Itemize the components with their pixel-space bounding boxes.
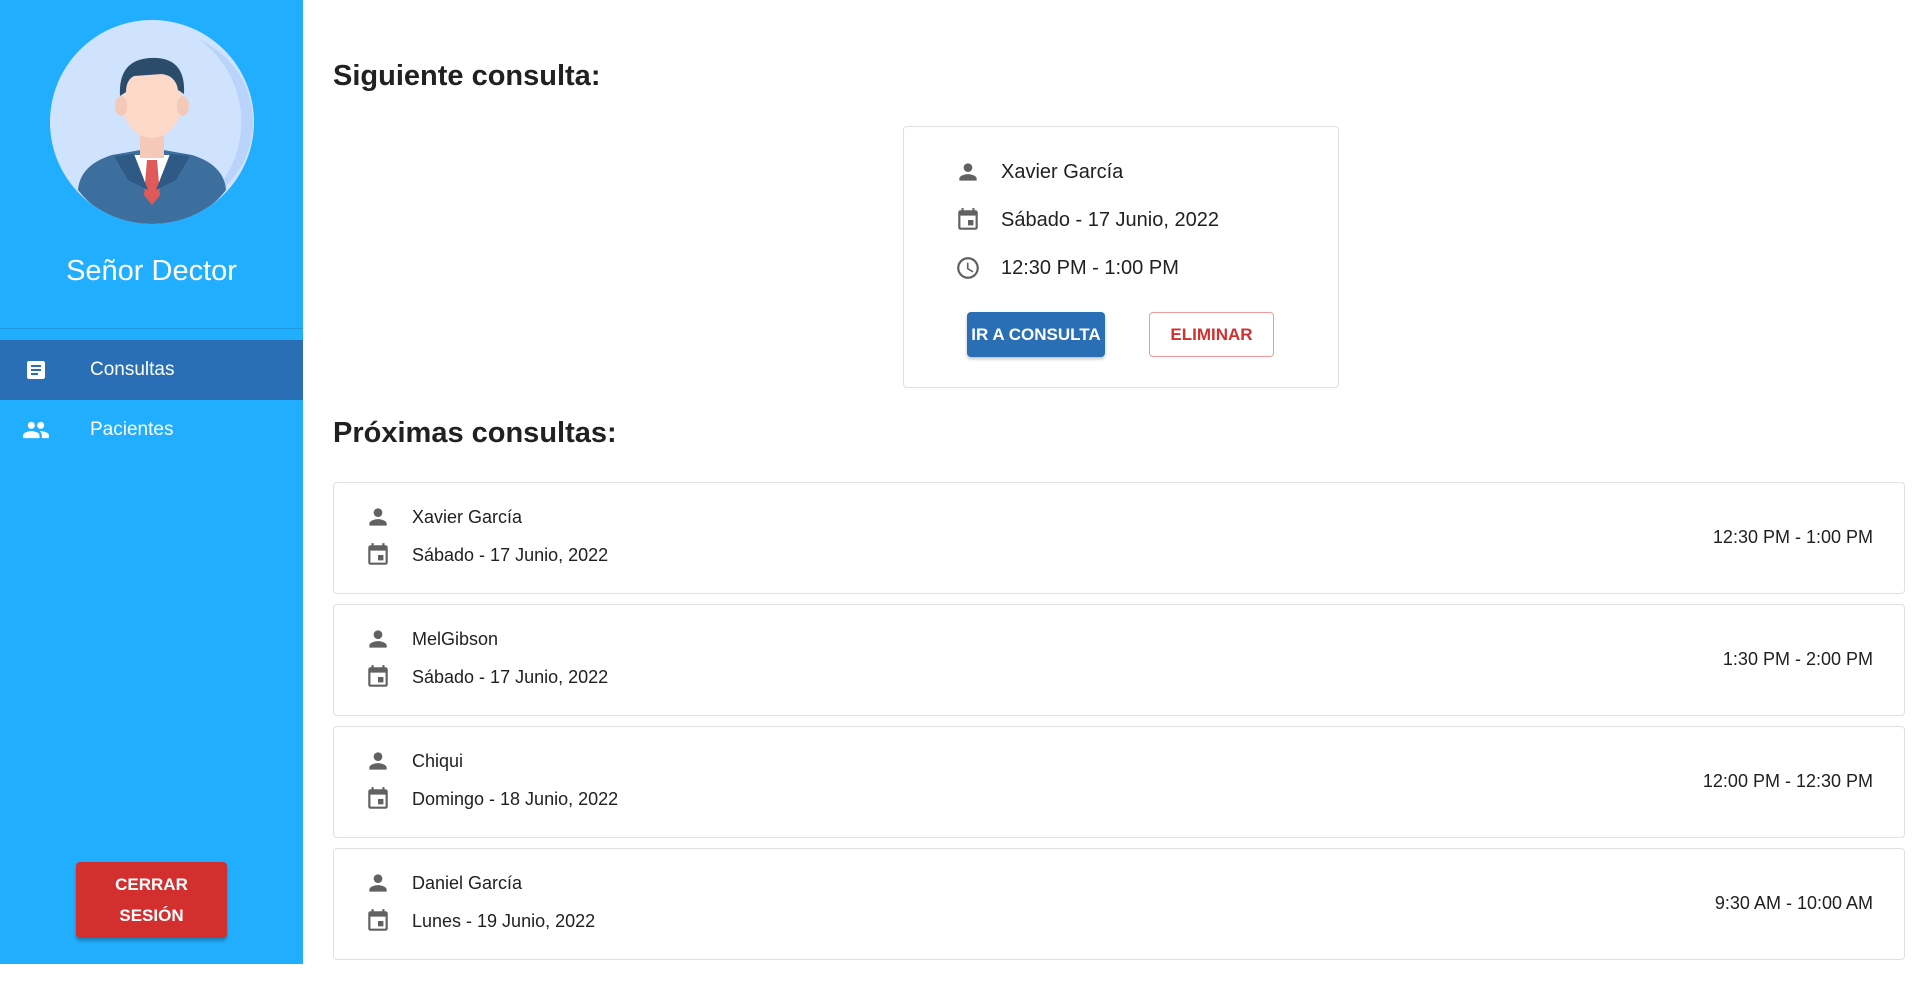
next-date-row: Sábado - 17 Junio, 2022 — [954, 206, 1219, 234]
appointment-card[interactable]: Daniel García Lunes - 19 Junio, 2022 9:3… — [333, 848, 1905, 960]
sidebar-divider — [0, 328, 303, 329]
next-time: 12:30 PM - 1:00 PM — [1001, 256, 1179, 279]
people-icon — [18, 412, 54, 448]
person-icon — [364, 747, 392, 775]
appointment-time: 1:30 PM - 2:00 PM — [1722, 649, 1873, 669]
appointment-time: 12:30 PM - 1:00 PM — [1712, 527, 1873, 547]
person-icon — [364, 503, 392, 531]
next-time-row: 12:30 PM - 1:00 PM — [954, 254, 1179, 282]
next-date: Sábado - 17 Junio, 2022 — [1001, 208, 1219, 231]
appointment-card[interactable]: Chiqui Domingo - 18 Junio, 2022 12:00 PM… — [333, 726, 1905, 838]
appointment-card[interactable]: Xavier García Sábado - 17 Junio, 2022 12… — [333, 482, 1905, 594]
person-icon — [364, 625, 392, 653]
calendar-icon — [364, 785, 392, 813]
appointment-date: Domingo - 18 Junio, 2022 — [412, 788, 619, 809]
user-name: Señor Dector — [66, 255, 237, 287]
calendar-icon — [364, 907, 392, 935]
next-patient-row: Xavier García — [954, 158, 1123, 186]
appointment-patient-row: Xavier García — [364, 503, 522, 531]
appointment-patient: Xavier García — [412, 506, 523, 527]
appointment-patient-row: Daniel García — [364, 869, 522, 897]
next-appointment-title: Siguiente consulta: — [333, 60, 601, 92]
appointment-time: 9:30 AM - 10:00 AM — [1714, 893, 1873, 913]
doctor-avatar-icon — [50, 20, 254, 224]
calendar-icon — [954, 206, 982, 234]
appointment-date-row: Sábado - 17 Junio, 2022 — [364, 663, 608, 691]
logout-button[interactable]: CERRAR SESIÓN — [76, 862, 227, 938]
next-patient-name: Xavier García — [1001, 160, 1124, 183]
next-appointment-card: Xavier García Sábado - 17 Junio, 2022 12… — [903, 126, 1339, 388]
appointment-date-row: Sábado - 17 Junio, 2022 — [364, 541, 608, 569]
appointment-date: Lunes - 19 Junio, 2022 — [412, 910, 596, 931]
appointment-patient: Chiqui — [412, 750, 464, 771]
clock-icon — [954, 254, 982, 282]
appointment-patient: Daniel García — [412, 872, 523, 893]
appointment-date: Sábado - 17 Junio, 2022 — [412, 666, 609, 687]
sidebar-item-label: Pacientes — [90, 419, 174, 440]
sidebar-item-pacientes[interactable]: Pacientes — [0, 400, 303, 460]
appointment-date-row: Domingo - 18 Junio, 2022 — [364, 785, 618, 813]
calendar-icon — [364, 541, 392, 569]
logout-label-line2: SESIÓN — [119, 906, 184, 925]
appointment-date-row: Lunes - 19 Junio, 2022 — [364, 907, 595, 935]
appointment-date: Sábado - 17 Junio, 2022 — [412, 544, 609, 565]
calendar-icon — [364, 663, 392, 691]
person-icon — [954, 158, 982, 186]
upcoming-appointments-title: Próximas consultas: — [333, 417, 617, 449]
sidebar-item-label: Consultas — [90, 359, 175, 380]
go-to-consultation-button[interactable]: IR A CONSULTA — [967, 312, 1105, 357]
delete-button[interactable]: ELIMINAR — [1149, 312, 1274, 357]
sidebar-item-consultas[interactable]: Consultas — [0, 340, 303, 400]
appointment-patient-row: MelGibson — [364, 625, 498, 653]
appointment-time: 12:00 PM - 12:30 PM — [1702, 771, 1873, 791]
document-icon — [18, 352, 54, 388]
appointment-patient: MelGibson — [412, 628, 499, 649]
person-icon — [364, 869, 392, 897]
appointment-patient-row: Chiqui — [364, 747, 463, 775]
logout-label-line1: CERRAR — [115, 875, 188, 894]
appointment-card[interactable]: MelGibson Sábado - 17 Junio, 2022 1:30 P… — [333, 604, 1905, 716]
avatar — [50, 20, 254, 224]
sidebar: Señor Dector Consultas Pacientes CERRAR … — [0, 0, 303, 964]
